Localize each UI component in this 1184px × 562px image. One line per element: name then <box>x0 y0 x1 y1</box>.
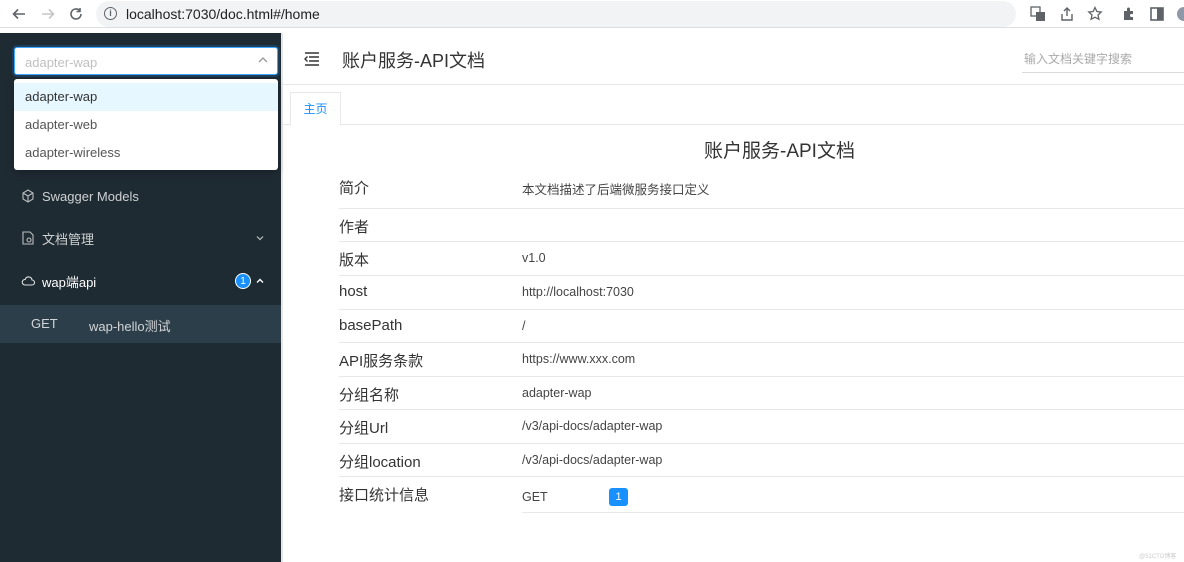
stat-method-label: GET <box>522 490 548 504</box>
search-input[interactable] <box>1022 45 1184 73</box>
bookmark-star-icon[interactable] <box>1086 5 1104 23</box>
group-select[interactable]: adapter-wap <box>14 47 278 75</box>
reload-icon[interactable] <box>66 4 86 24</box>
info-label-host: host <box>339 283 368 300</box>
tab-bar: 主页 <box>283 86 1184 126</box>
back-icon[interactable] <box>9 4 29 24</box>
info-label-group-url: 分组Url <box>339 420 389 437</box>
side-panel-icon[interactable] <box>1148 5 1166 23</box>
info-icon[interactable]: i <box>104 7 117 20</box>
info-label-intro: 简介 <box>339 180 370 197</box>
group-dropdown: adapter-wap adapter-web adapter-wireless <box>14 79 278 170</box>
info-value-host: http://localhost:7030 <box>522 285 634 299</box>
chevron-down-icon <box>256 236 264 241</box>
info-value-group-url: /v3/api-docs/adapter-wap <box>522 419 663 433</box>
translate-icon[interactable] <box>1029 5 1047 23</box>
browser-toolbar: i localhost:7030/doc.html#/home <box>0 0 1184 28</box>
profile-avatar-icon[interactable] <box>1173 5 1184 23</box>
menu-collapse-icon[interactable] <box>304 51 320 67</box>
share-icon[interactable] <box>1058 5 1076 23</box>
row-divider <box>339 443 1184 444</box>
group-select-value: adapter-wap <box>25 55 98 70</box>
cloud-icon <box>21 276 35 286</box>
doc-title: 账户服务-API文档 <box>704 141 855 162</box>
chevron-up-icon <box>256 278 264 283</box>
api-item-label: wap-hello测试 <box>89 319 171 334</box>
http-method-label: GET <box>31 316 58 331</box>
watermark: @51CTO博客 <box>1139 554 1177 560</box>
url-text[interactable]: localhost:7030/doc.html#/home <box>126 6 320 22</box>
row-divider <box>522 512 1184 513</box>
row-divider <box>339 241 1184 242</box>
info-label-version: 版本 <box>339 252 370 269</box>
sidebar-item-label: Swagger Models <box>42 188 139 204</box>
tab-home[interactable]: 主页 <box>290 92 341 126</box>
extensions-icon[interactable] <box>1120 5 1138 23</box>
row-divider <box>339 376 1184 377</box>
info-label-group-name: 分组名称 <box>339 387 400 404</box>
sidebar-item-wap-api[interactable]: wap端api 1 <box>0 261 281 301</box>
sidebar-item-doc-management[interactable]: 文档管理 <box>0 218 281 258</box>
page-title: 账户服务-API文档 <box>342 51 486 71</box>
cube-icon <box>22 189 34 203</box>
sidebar-item-label: 文档管理 <box>42 231 95 247</box>
chevron-up-icon <box>258 57 268 63</box>
sidebar-item-label: wap端api <box>42 274 97 290</box>
group-option-adapter-wap[interactable]: adapter-wap <box>14 83 278 111</box>
stat-count-badge: 1 <box>609 488 628 506</box>
info-label-api-stats: 接口统计信息 <box>339 487 430 504</box>
info-value-version: v1.0 <box>522 251 546 265</box>
document-settings-icon <box>22 231 34 245</box>
info-value-group-name: adapter-wap <box>522 386 592 400</box>
info-value-basepath: / <box>522 319 526 333</box>
row-divider <box>339 309 1184 310</box>
api-item-wap-hello[interactable]: GET wap-hello测试 <box>0 305 281 343</box>
row-divider <box>339 275 1184 276</box>
info-label-author: 作者 <box>339 219 370 236</box>
row-divider <box>339 342 1184 343</box>
group-option-adapter-web[interactable]: adapter-web <box>14 111 278 139</box>
top-header: 账户服务-API文档 <box>283 33 1184 85</box>
count-badge: 1 <box>235 273 251 289</box>
info-value-group-location: /v3/api-docs/adapter-wap <box>522 453 663 467</box>
info-label-terms: API服务条款 <box>339 353 424 370</box>
row-divider <box>339 208 1184 209</box>
group-option-adapter-wireless[interactable]: adapter-wireless <box>14 139 278 167</box>
sidebar-item-swagger-models[interactable]: Swagger Models <box>0 176 281 216</box>
forward-icon[interactable] <box>38 4 58 24</box>
info-label-basepath: basePath <box>339 317 403 334</box>
row-divider <box>339 409 1184 410</box>
row-divider <box>339 476 1184 477</box>
info-value-terms: https://www.xxx.com <box>522 352 636 366</box>
info-value-intro: 本文档描述了后端微服务接口定义 <box>522 183 710 197</box>
info-label-group-location: 分组location <box>339 454 421 471</box>
